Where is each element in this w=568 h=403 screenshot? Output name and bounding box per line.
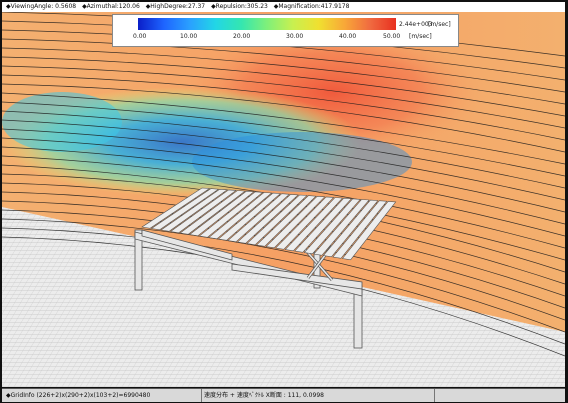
color-scale-bar — [138, 18, 396, 30]
viewing-angle-readout: ◆ViewingAngle: 0.5608 — [6, 3, 77, 10]
repulsion-readout: ◆Repulsion:305.23 — [211, 3, 268, 10]
legend-tick: 10.00 — [180, 33, 198, 40]
legend-unit: [m/sec] — [409, 33, 432, 40]
legend-tick: 40.00 — [339, 33, 357, 40]
legend-tick: 30.00 — [286, 33, 304, 40]
azimuthal-readout: ◆Azimuthal:120.06 — [82, 3, 140, 10]
legend-tick: 0.00 — [133, 33, 147, 40]
color-legend: 0.00 10.00 20.00 30.00 40.00 50.00 2.44e… — [112, 14, 459, 47]
high-degree-readout: ◆HighDegree:27.37 — [145, 3, 206, 10]
simulation-scene — [2, 11, 565, 387]
legend-unit: [m/sec] — [428, 21, 451, 28]
legend-tick: 50.00 — [383, 33, 401, 40]
status-bar: ◆GridInfo (226+2)x(290+2)x(103+2)=699048… — [2, 388, 565, 402]
3d-viewport[interactable] — [2, 2, 565, 387]
view-parameters-bar: ◆ViewingAngle: 0.5608 ◆Azimuthal:120.06 … — [2, 2, 565, 12]
section-info-panel: 速度分布 + 速度ﾍﾞｸﾄﾙ X断面 : 111, 0.0998 — [200, 389, 435, 402]
application-frame: ◆ViewingAngle: 0.5608 ◆Azimuthal:120.06 … — [0, 0, 568, 403]
grid-info-panel: ◆GridInfo (226+2)x(290+2)x(103+2)=699048… — [2, 389, 202, 402]
status-bar-spacer — [434, 389, 565, 402]
magnification-readout: ◆Magnification:417.9178 — [273, 3, 350, 10]
legend-tick: 20.00 — [233, 33, 251, 40]
